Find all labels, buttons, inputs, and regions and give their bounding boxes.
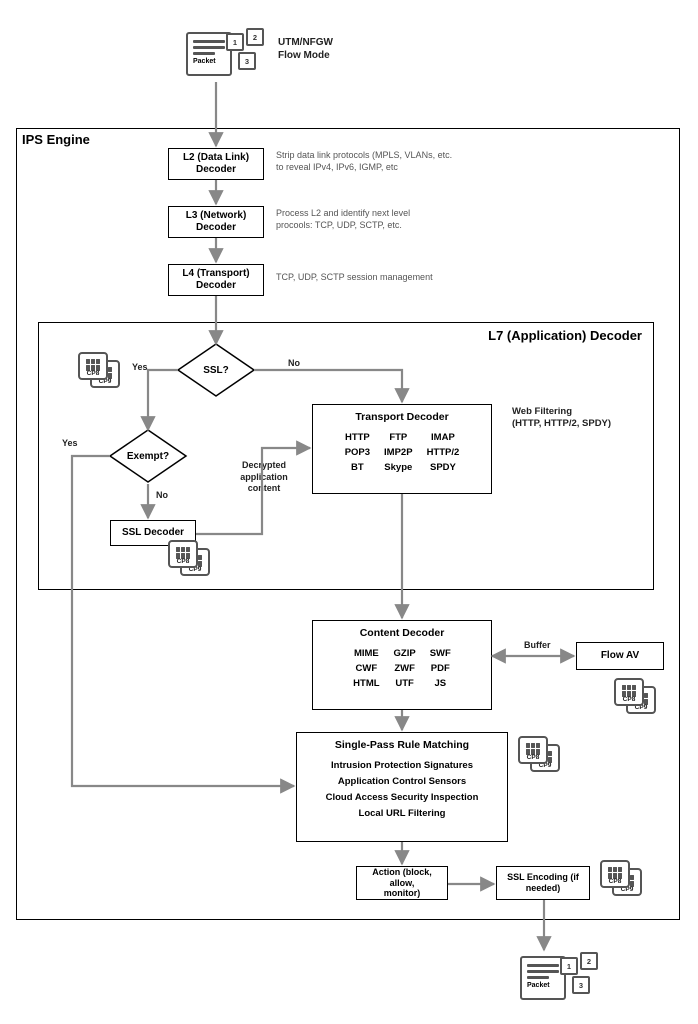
mode-label: UTM/NFGW Flow Mode xyxy=(278,36,333,62)
ssl-encoding-box: SSL Encoding (if needed) xyxy=(496,866,590,900)
ssl-decision: SSL? xyxy=(176,342,256,398)
content-decoder-box: Content Decoder MIMEGZIPSWF CWFZWFPDF HT… xyxy=(312,620,492,710)
l3-desc: Process L2 and identify next level proco… xyxy=(276,208,466,231)
decrypted-note: Decrypted application content xyxy=(234,460,294,495)
webfilter-note: Web Filtering (HTTP, HTTP/2, SPDY) xyxy=(512,406,632,431)
l4-decoder-box: L4 (Transport)Decoder xyxy=(168,264,264,296)
l2-desc: Strip data link protocols (MPLS, VLANs, … xyxy=(276,150,466,173)
action-box: Action (block, allow, monitor) xyxy=(356,866,448,900)
flow-av-box: Flow AV xyxy=(576,642,664,670)
cp-badge-rules: CP9 CP8 xyxy=(518,736,562,776)
ssl-yes: Yes xyxy=(132,362,148,372)
ips-engine-title: IPS Engine xyxy=(22,132,90,147)
content-grid: MIMEGZIPSWF CWFZWFPDF HTMLUTFJS xyxy=(353,648,451,690)
cp-badge-flowav: CP9 CP8 xyxy=(614,678,658,718)
packet-label-bottom: Packet xyxy=(527,982,559,989)
buffer-label: Buffer xyxy=(524,640,551,650)
packet-bottom: Packet 1 2 3 xyxy=(520,952,600,1004)
transport-grid: HTTPFTPIMAP POP3IMP2PHTTP/2 BTSkypeSPDY xyxy=(345,432,460,474)
exempt-yes: Yes xyxy=(62,438,78,448)
exempt-decision: Exempt? xyxy=(108,428,188,484)
l7-title: L7 (Application) Decoder xyxy=(488,328,642,343)
rule-matching-box: Single-Pass Rule Matching Intrusion Prot… xyxy=(296,732,508,842)
packet-top: Packet 1 2 3 xyxy=(186,28,266,80)
transport-decoder-box: Transport Decoder HTTPFTPIMAP POP3IMP2PH… xyxy=(312,404,492,494)
packet-label: Packet xyxy=(193,58,225,65)
l4-desc: TCP, UDP, SCTP session management xyxy=(276,272,476,284)
ssl-no: No xyxy=(288,358,300,368)
cp-badge-sslenc: CP9 CP8 xyxy=(600,860,644,900)
l2-decoder-box: L2 (Data Link)Decoder xyxy=(168,148,264,180)
cp-badge-ssl: CP9 CP8 xyxy=(78,352,122,392)
l3-decoder-box: L3 (Network)Decoder xyxy=(168,206,264,238)
exempt-no: No xyxy=(156,490,168,500)
cp-badge-ssl-decoder: CP9 CP8 xyxy=(168,540,212,580)
